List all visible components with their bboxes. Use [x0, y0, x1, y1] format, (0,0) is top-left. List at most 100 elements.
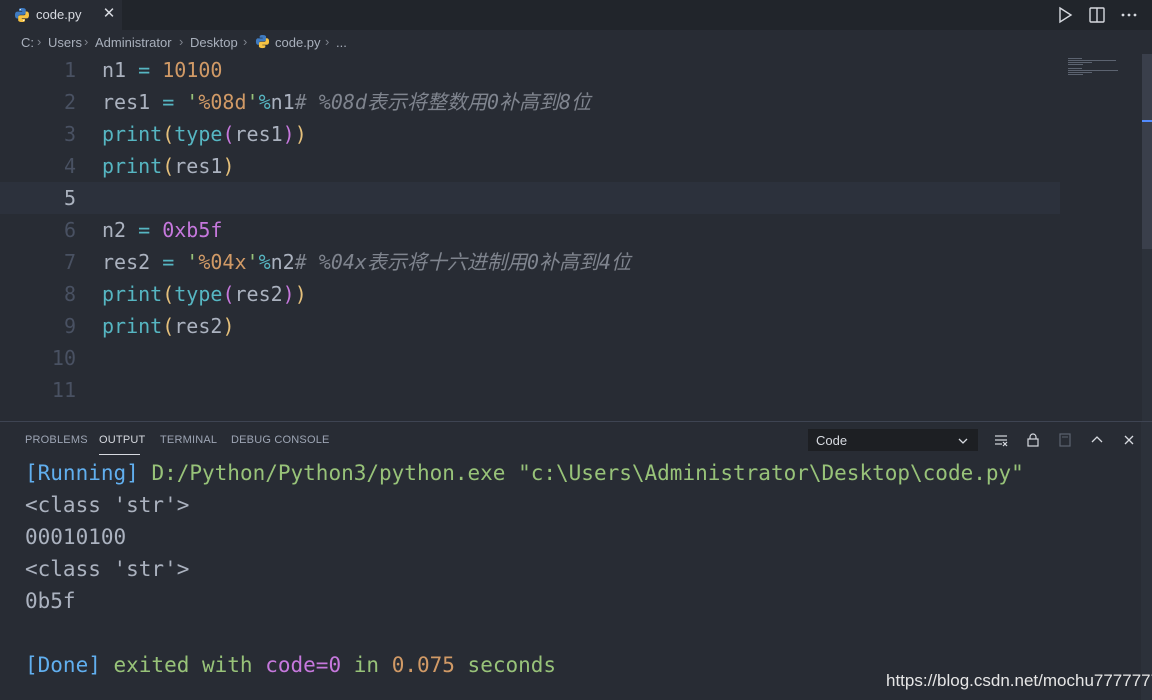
breadcrumb-administrator[interactable]: Administrator [95, 35, 172, 50]
code-token: res1 [102, 90, 151, 114]
minimap-line [1068, 72, 1092, 73]
chevron-up-icon[interactable] [1089, 432, 1105, 448]
code-token: = [150, 250, 187, 274]
line-number: 4 [63, 154, 76, 178]
code-token: ( [162, 154, 175, 178]
chevron-right-icon: › [84, 34, 89, 49]
tab-output[interactable]: OUTPUT [99, 434, 145, 446]
code-token: print [102, 122, 163, 146]
code-editor[interactable]: 1 n1 = 10100 2 res1 = '%08d'%n1# %08d表示将整数用… [0, 54, 1152, 421]
code-line[interactable]: 2 res1 = '%08d'%n1# %08d表示将整数用0补高到8位 [0, 86, 1060, 118]
minimap-line [1068, 64, 1084, 65]
breadcrumb-symbols[interactable]: ... [336, 35, 347, 50]
code-line[interactable]: 4 print(res1) [0, 150, 1060, 182]
chevron-right-icon: › [325, 34, 330, 49]
lock-icon[interactable] [1025, 432, 1041, 448]
tab-filename: code.py [36, 7, 82, 22]
code-token: %08d [198, 90, 247, 114]
run-icon[interactable] [1054, 5, 1076, 25]
chevron-right-icon: › [179, 34, 184, 49]
code-text: res1 = '%08d'%n1# %08d表示将整数用0补高到8位 [102, 86, 591, 118]
output-token: 00010100 [25, 525, 127, 549]
code-token: n2 [102, 218, 127, 242]
code-line[interactable]: 1 n1 = 10100 [0, 54, 1060, 86]
code-token: 10100 [162, 58, 223, 82]
code-token: res2 [234, 282, 283, 306]
close-tab-icon[interactable]: ✕ [101, 5, 117, 23]
minimap-line [1068, 60, 1116, 61]
panel-scrollbar[interactable] [1141, 422, 1152, 700]
output-token: 0 [328, 653, 342, 677]
minimap[interactable] [1064, 54, 1142, 421]
chevron-down-icon [958, 438, 968, 444]
code-token: n2 [270, 250, 295, 274]
output-line: 00010100 [25, 521, 126, 553]
more-actions-icon[interactable] [1118, 5, 1140, 25]
tab-code-py[interactable]: code.py ✕ [0, 0, 122, 30]
output-token: 0b5f [25, 589, 76, 613]
editor-scrollbar-marker [1142, 120, 1152, 122]
code-line[interactable]: 10 [0, 342, 1060, 374]
code-token: = [126, 58, 163, 82]
code-token: ) [222, 154, 235, 178]
minimap-line [1068, 62, 1092, 63]
code-token: ( [222, 282, 235, 306]
editor-tab-bar: code.py ✕ [0, 0, 1152, 30]
code-token: # %04x表示将十六进制用0补高到4位 [294, 250, 632, 274]
output-token: [Running] [25, 461, 139, 485]
breadcrumb-desktop[interactable]: Desktop [190, 35, 238, 50]
breadcrumb-drive[interactable]: C: [21, 35, 34, 50]
line-number: 9 [63, 314, 76, 338]
breadcrumb-users[interactable]: Users [48, 35, 82, 50]
tab-terminal[interactable]: TERMINAL [160, 434, 217, 446]
minimap-line [1068, 58, 1082, 59]
code-text: print(type(res1)) [102, 118, 307, 150]
code-token: ( [162, 314, 175, 338]
output-line: 0b5f [25, 585, 76, 617]
line-number: 5 [63, 186, 76, 210]
tab-debug-console[interactable]: DEBUG CONSOLE [231, 434, 330, 446]
code-token: ' [186, 90, 199, 114]
breadcrumb-file[interactable]: code.py [275, 35, 321, 50]
code-line[interactable]: 6 n2 = 0xb5f [0, 214, 1060, 246]
active-tab-underline [99, 454, 140, 455]
output-token: [Done] [25, 653, 101, 677]
code-line[interactable]: 5 [0, 182, 1060, 214]
code-line[interactable]: 8 print(type(res2)) [0, 278, 1060, 310]
line-number: 8 [63, 282, 76, 306]
code-token: ) [294, 282, 307, 306]
breadcrumb: C: › Users › Administrator › Desktop › c… [0, 30, 1152, 54]
code-text: print(res2) [102, 310, 234, 342]
output-token: D:/Python/Python3/python.exe "c:\Users\A… [138, 461, 1024, 485]
code-token: = [150, 90, 187, 114]
code-token: type [174, 122, 223, 146]
code-line[interactable]: 3 print(type(res1)) [0, 118, 1060, 150]
clear-output-icon[interactable] [993, 432, 1009, 448]
output-token: code= [265, 653, 329, 677]
code-token: ( [162, 282, 175, 306]
split-editor-icon[interactable] [1086, 5, 1108, 25]
close-panel-icon[interactable] [1121, 432, 1137, 448]
code-text: print(res1) [102, 150, 234, 182]
code-token: % [258, 250, 271, 274]
code-line[interactable]: 7 res2 = '%04x'%n2# %04x表示将十六进制用0补高到4位 [0, 246, 1060, 278]
editor-scrollbar-thumb[interactable] [1142, 54, 1152, 249]
code-token: res1 [174, 154, 223, 178]
code-token: 0xb5f [162, 218, 223, 242]
output-token: <class 'str'> [25, 557, 190, 581]
line-number: 6 [63, 218, 76, 242]
line-number: 11 [51, 378, 76, 402]
code-token: ( [162, 122, 175, 146]
code-token: res1 [234, 122, 283, 146]
open-log-icon[interactable] [1057, 432, 1073, 448]
code-line[interactable]: 11 [0, 374, 1060, 406]
code-token: ' [186, 250, 199, 274]
code-line[interactable]: 9 print(res2) [0, 310, 1060, 342]
code-token: n1 [270, 90, 295, 114]
code-token: % [258, 90, 271, 114]
output-token: seconds [454, 653, 557, 677]
minimap-line [1068, 74, 1084, 75]
tab-problems[interactable]: PROBLEMS [25, 434, 88, 446]
output-channel-select[interactable]: Code [808, 429, 978, 451]
code-token: print [102, 154, 163, 178]
